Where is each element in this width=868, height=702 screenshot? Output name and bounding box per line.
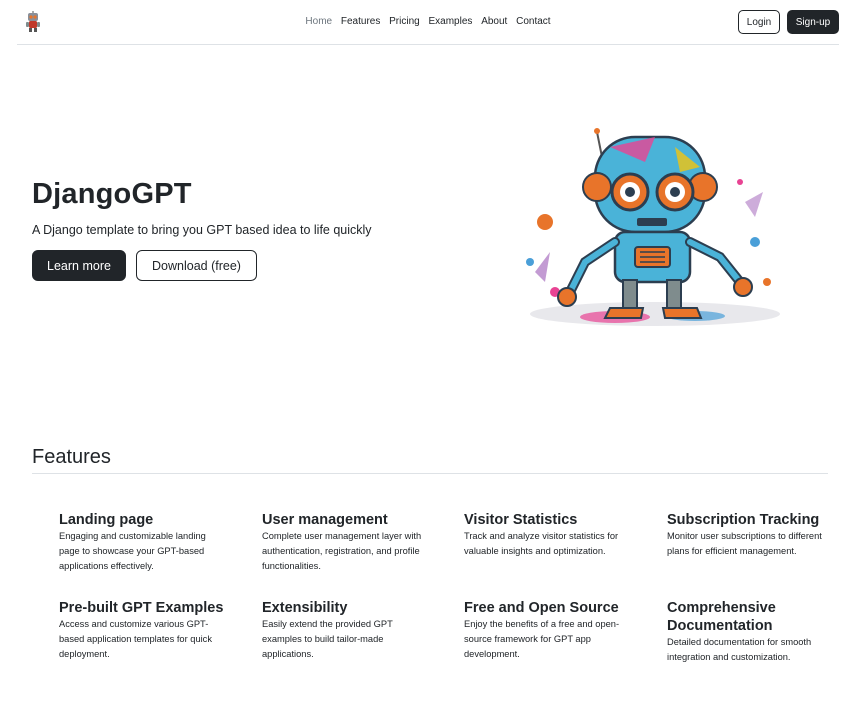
nav-link-pricing[interactable]: Pricing: [389, 16, 420, 27]
feature-description: Monitor user subscriptions to different …: [667, 531, 822, 556]
signup-button[interactable]: Sign-up: [787, 10, 839, 34]
feature-description: Enjoy the benefits of a free and open-so…: [464, 619, 620, 659]
feature-title: User management: [262, 512, 388, 528]
feature-card: Visitor Statistics Track and analyze vis…: [464, 511, 634, 559]
feature-title: Free and Open Source: [464, 600, 619, 616]
feature-description: Access and customize various GPT-based a…: [59, 619, 212, 659]
feature-description: Complete user management layer with auth…: [262, 531, 422, 571]
nav-link-features[interactable]: Features: [341, 16, 380, 27]
features-heading: Features: [32, 446, 111, 468]
download-button[interactable]: Download (free): [136, 250, 257, 281]
feature-description: Easily extend the provided GPT examples …: [262, 619, 393, 659]
feature-card: User management Complete user management…: [262, 511, 432, 574]
feature-title: Comprehensive Documentation: [667, 600, 776, 634]
robot-hero-image: [526, 128, 780, 326]
features-divider: [32, 473, 828, 474]
feature-card: Comprehensive Documentation Detailed doc…: [667, 599, 837, 665]
feature-title: Extensibility: [262, 600, 348, 616]
feature-card: Landing page Engaging and customizable l…: [59, 511, 229, 574]
hero-title: DjangoGPT: [32, 178, 192, 210]
feature-title: Subscription Tracking: [667, 512, 820, 528]
feature-card: Pre-built GPT Examples Access and custom…: [59, 599, 229, 662]
feature-title: Pre-built GPT Examples: [59, 600, 224, 616]
nav-link-examples[interactable]: Examples: [429, 16, 473, 27]
nav-links: Home Features Pricing Examples About Con…: [17, 16, 839, 27]
learn-more-button[interactable]: Learn more: [32, 250, 126, 281]
feature-description: Detailed documentation for smooth integr…: [667, 637, 812, 662]
feature-title: Landing page: [59, 512, 154, 528]
nav-link-home[interactable]: Home: [305, 16, 332, 27]
feature-card: Extensibility Easily extend the provided…: [262, 599, 432, 662]
feature-description: Engaging and customizable landing page t…: [59, 531, 206, 571]
login-button[interactable]: Login: [738, 10, 780, 34]
feature-card: Free and Open Source Enjoy the benefits …: [464, 599, 634, 662]
nav-link-about[interactable]: About: [481, 16, 507, 27]
feature-card: Subscription Tracking Monitor user subsc…: [667, 511, 837, 559]
nav-link-contact[interactable]: Contact: [516, 16, 550, 27]
hero-subtitle: A Django template to bring you GPT based…: [32, 223, 372, 237]
navbar: Home Features Pricing Examples About Con…: [17, 0, 839, 45]
feature-description: Track and analyze visitor statistics for…: [464, 531, 619, 556]
feature-title: Visitor Statistics: [464, 512, 578, 528]
